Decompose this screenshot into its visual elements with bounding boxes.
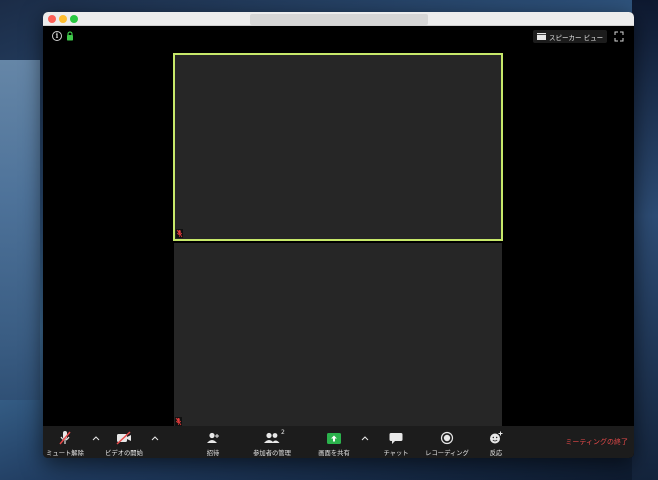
window-title-redacted (250, 14, 428, 25)
share-screen-label: 画面を共有 (318, 450, 350, 457)
unmute-label: ミュート解除 (46, 450, 84, 457)
zoom-meeting-window: i スピーカー ビュー ミュート解除 ビデオの開始 招待 参加者の管理 2 画面… (43, 12, 634, 458)
audio-options-chevron-up-icon[interactable] (92, 434, 100, 442)
fullscreen-icon[interactable] (613, 30, 625, 43)
share-screen-icon (327, 432, 341, 444)
start-video-label: ビデオの開始 (105, 450, 143, 457)
end-meeting-button[interactable]: ミーティングの終了 (565, 437, 628, 447)
lock-icon[interactable] (66, 31, 74, 41)
speaker-view-button[interactable]: スピーカー ビュー (533, 30, 608, 43)
manage-participants-button[interactable]: 参加者の管理 (249, 426, 295, 458)
close-button[interactable] (48, 15, 56, 23)
desktop-wallpaper-right (632, 0, 658, 480)
desktop-wallpaper-left (0, 60, 40, 400)
chat-button[interactable]: チャット (379, 426, 413, 458)
share-options-chevron-up-icon[interactable] (361, 434, 369, 442)
info-icon[interactable]: i (52, 31, 62, 41)
invite-label: 招待 (206, 450, 220, 457)
start-video-button[interactable]: ビデオの開始 (101, 426, 147, 458)
add-reaction-icon (490, 431, 503, 444)
invite-button[interactable]: 招待 (201, 426, 225, 458)
unmute-button[interactable]: ミュート解除 (43, 426, 87, 458)
reactions-button[interactable]: 反応 (484, 426, 508, 458)
add-person-icon (207, 432, 219, 443)
participants-icon (264, 432, 280, 443)
muted-mic-icon (176, 229, 183, 238)
muted-mic-icon (175, 417, 182, 426)
video-options-chevron-up-icon[interactable] (151, 434, 159, 442)
share-screen-button[interactable]: 画面を共有 (313, 426, 355, 458)
active-speaker-video-tile[interactable] (173, 53, 503, 241)
title-bar (43, 12, 634, 26)
chat-label: チャット (383, 450, 409, 457)
participants-count: 2 (281, 429, 285, 436)
meeting-toolbar: ミュート解除 ビデオの開始 招待 参加者の管理 2 画面を共有 チャット レコー… (43, 426, 634, 458)
participant-video-tile[interactable] (174, 243, 502, 427)
manage-participants-label: 参加者の管理 (253, 450, 291, 457)
reactions-label: 反応 (489, 450, 503, 457)
gallery-grid-icon (537, 33, 546, 40)
record-icon (440, 431, 454, 445)
video-off-icon (116, 431, 131, 445)
chat-bubble-icon (389, 432, 403, 444)
zoom-button[interactable] (70, 15, 78, 23)
view-mode-label: スピーカー ビュー (549, 33, 604, 42)
record-label: レコーディング (425, 450, 469, 457)
minimize-button[interactable] (59, 15, 67, 23)
muted-microphone-icon (59, 431, 71, 445)
record-button[interactable]: レコーディング (421, 426, 473, 458)
